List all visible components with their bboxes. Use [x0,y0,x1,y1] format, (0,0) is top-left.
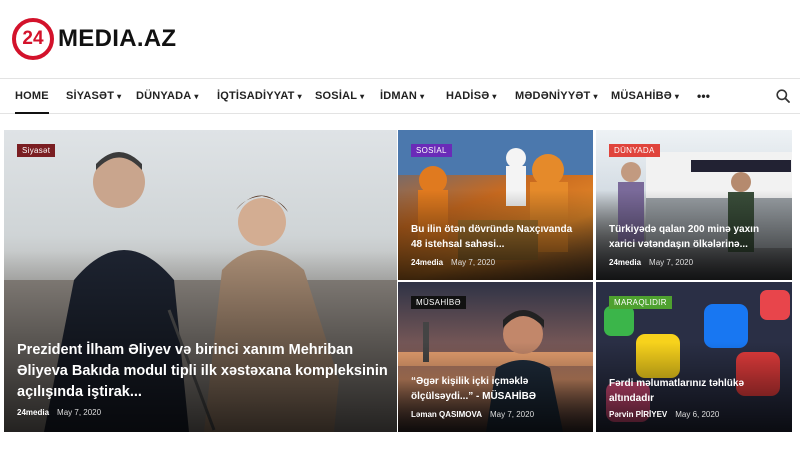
article-date: May 6, 2020 [675,410,720,419]
article-card[interactable]: MARAQLIDIR Fərdi məlumatlarınız təhlükə … [596,282,792,432]
chevron-down-icon: ▾ [360,92,365,101]
title-line: Fərdi məlumatlarınız təhlükə [609,378,745,389]
nav-label: HADİSƏ [446,90,490,102]
article-meta: 24media May 7, 2020 [17,408,101,417]
article-card[interactable]: MÜSAHİBƏ “Əgər kişilik içki içməklə ölçü… [398,282,593,432]
category-badge[interactable]: MARAQLIDIR [609,296,672,309]
chevron-down-icon: ▾ [674,92,680,101]
nav-item-medeniyyet[interactable]: MƏDƏNİYYƏT ▾ [515,79,598,114]
author-name[interactable]: 24media [609,258,641,267]
category-badge[interactable]: DÜNYADA [609,144,660,157]
article-title[interactable]: Bu ilin ötən dövründə Naxçıvanda 48 iste… [411,222,572,252]
site-logo[interactable]: 24 MEDIA.AZ [12,18,176,60]
title-line: ölçülsəydi...” - MÜSAHİBƏ [411,391,537,402]
nav-item-home[interactable]: HOME [15,79,49,114]
nav-label: İQTİSADİYYAT [217,90,295,102]
category-badge[interactable]: SOSİAL [411,144,452,157]
category-badge[interactable]: Siyasət [17,144,56,157]
chevron-down-icon: ▾ [420,92,425,101]
title-line: Bu ilin ötən dövründə Naxçıvanda [411,224,573,235]
site-header: 24 MEDIA.AZ [0,0,800,78]
article-card[interactable]: DÜNYADA Türkiyədə qalan 200 minə yaxın x… [596,130,792,280]
title-line: Prezident İlham Əliyev və birinci xanım … [17,342,354,358]
featured-article-card[interactable]: Siyasət Prezident İlham Əliyev və birinc… [4,130,397,432]
title-line: “Əgər kişilik içki içməklə [411,376,529,387]
more-menu-icon[interactable]: ••• [697,79,710,114]
title-line: altındadır [609,393,655,404]
nav-item-sosial[interactable]: SOSİAL ▾ [315,79,364,114]
article-date: May 7, 2020 [451,258,496,267]
article-date: May 7, 2020 [489,410,535,419]
article-card[interactable]: SOSİAL Bu ilin ötən dövründə Naxçıvanda … [398,130,593,280]
chevron-down-icon: ▾ [593,92,598,101]
article-date: May 7, 2020 [649,258,694,267]
article-meta: 24media May 7, 2020 [411,258,495,267]
nav-label: SOSİAL [315,90,358,102]
article-title[interactable]: “Əgər kişilik içki içməklə ölçülsəydi...… [411,374,536,404]
chevron-down-icon: ▾ [492,92,497,101]
nav-item-dunyada[interactable]: DÜNYADA ▾ [136,79,199,114]
nav-label: MƏDƏNİYYƏT [515,90,591,102]
nav-item-idman[interactable]: İDMAN ▾ [380,79,424,114]
nav-label: DÜNYADA [136,90,192,102]
article-meta: Pərvin PİRİYEV May 6, 2020 [609,410,719,419]
logo-text: MEDIA.AZ [58,25,177,52]
chevron-down-icon: ▾ [117,92,122,101]
article-meta: 24media May 7, 2020 [609,258,693,267]
nav-label: SİYASƏT [66,90,115,102]
chevron-down-icon: ▾ [297,92,302,101]
title-line: xarici vətəndaşın ölkələrinə... [609,239,748,250]
category-badge[interactable]: MÜSAHİBƏ [411,296,466,309]
chevron-down-icon: ▾ [194,92,199,101]
nav-label: HOME [15,90,49,102]
author-name[interactable]: 24media [411,258,443,267]
title-line: Türkiyədə qalan 200 minə yaxın [609,224,760,235]
nav-item-hadise[interactable]: HADİSƏ ▾ [446,79,497,114]
article-title[interactable]: Prezident İlham Əliyev və birinci xanım … [17,340,388,403]
search-icon[interactable] [776,89,790,103]
logo-mark: 24 [12,18,54,60]
main-nav: HOME SİYASƏT ▾ DÜNYADA ▾ İQTİSADİYYAT ▾ SOS… [0,78,800,114]
title-line: Əliyeva Bakıda modul tipli ilk xəstəxana… [17,363,388,379]
article-date: May 7, 2020 [57,408,102,417]
title-line: açılışında iştirak... [17,384,142,400]
nav-item-iqtisadiyyat[interactable]: İQTİSADİYYAT ▾ [217,79,302,114]
nav-label: İDMAN [380,90,418,102]
article-title[interactable]: Türkiyədə qalan 200 minə yaxın xarici və… [609,222,759,252]
nav-item-siyaset[interactable]: SİYASƏT ▾ [66,79,121,114]
author-name[interactable]: Ləman QASIMOVA [411,410,482,419]
nav-item-musahibe[interactable]: MÜSAHİBƏ ▾ [611,79,679,114]
author-name[interactable]: Pərvin PİRİYEV [609,410,667,419]
title-line: 48 istehsal sahəsi... [411,239,505,250]
article-title[interactable]: Fərdi məlumatlarınız təhlükə altındadır [609,376,744,406]
author-name[interactable]: 24media [17,408,49,417]
nav-label: MÜSAHİBƏ [611,90,672,102]
article-meta: Ləman QASIMOVA May 7, 2020 [411,410,534,419]
